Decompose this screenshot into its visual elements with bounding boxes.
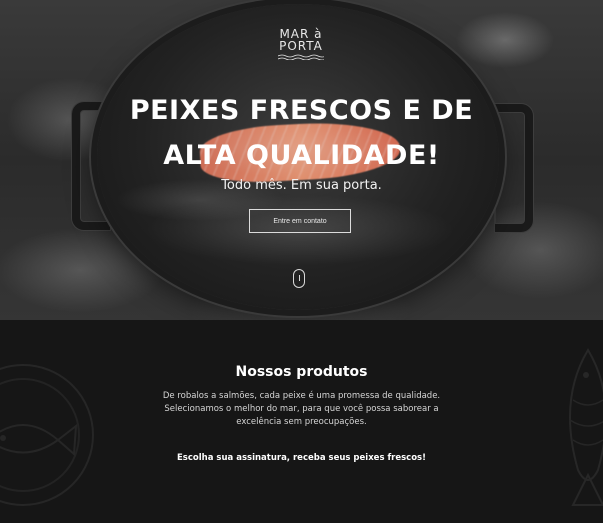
fish-plate-decor-icon: [0, 364, 94, 506]
subscription-callout: Escolha sua assinatura, receba seus peix…: [177, 453, 426, 463]
hero-section: MAR à PORTA PEIXES FRESCOS E DE ALTA QUA…: [0, 0, 603, 320]
logo-line-2: PORTA: [279, 39, 323, 53]
hero-title: PEIXES FRESCOS E DE ALTA QUALIDADE!: [0, 88, 603, 178]
scroll-down-icon[interactable]: [293, 269, 305, 288]
waves-icon: [278, 54, 324, 60]
hero-title-line-1: PEIXES FRESCOS E DE: [129, 95, 474, 126]
brand-logo[interactable]: MAR à PORTA: [272, 28, 330, 64]
products-section: Nossos produtos De robalos a salmões, ca…: [0, 320, 603, 523]
products-description: De robalos a salmões, cada peixe é uma p…: [162, 391, 441, 427]
hero-tagline: Todo mês. Em sua porta.: [221, 178, 382, 193]
contact-button[interactable]: Entre em contato: [249, 209, 351, 233]
hero-title-line-2: ALTA QUALIDADE!: [163, 140, 440, 171]
products-heading: Nossos produtos: [235, 364, 368, 380]
